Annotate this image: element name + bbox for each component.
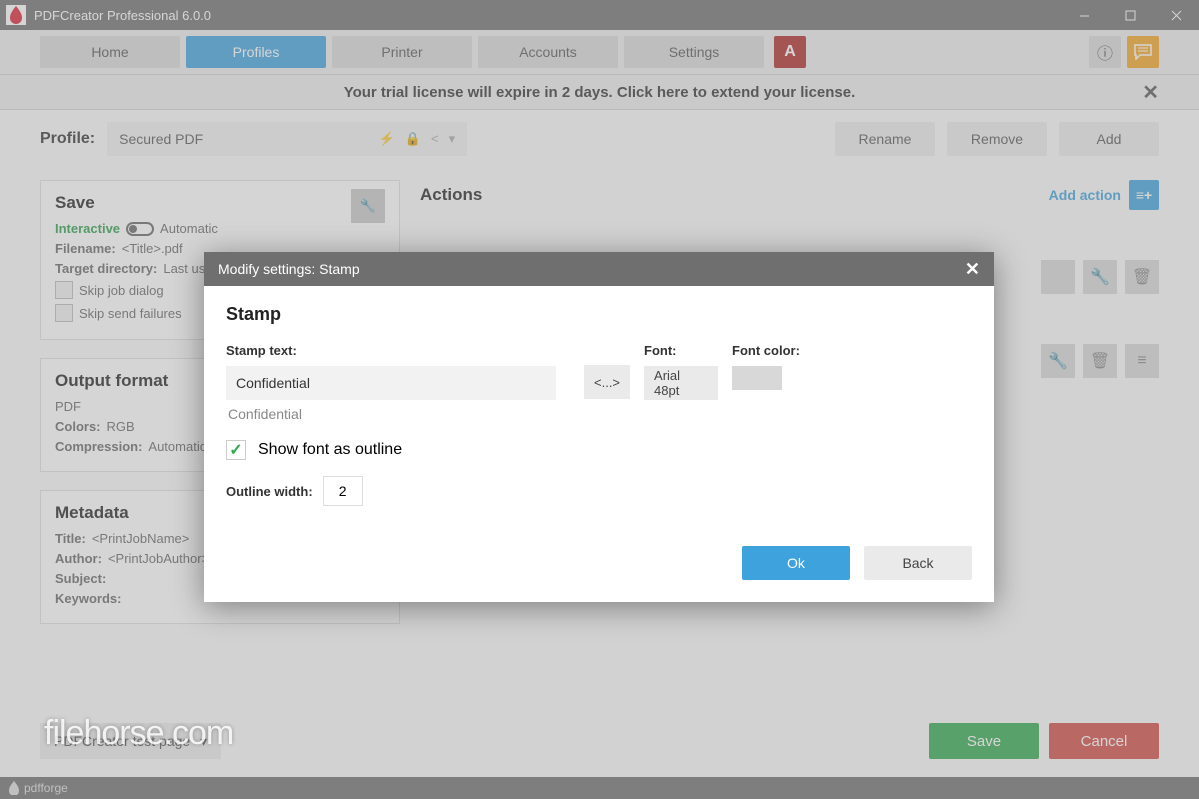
banner-close-icon[interactable]: ✕ [1142,80,1159,105]
stamp-preview: Confidential [228,406,970,422]
modal-titlebar: Modify settings: Stamp ✕ [204,252,994,286]
compression-key: Compression: [55,439,142,454]
output-format: PDF [55,399,81,414]
font-color-label: Font color: [732,343,800,358]
meta-title-value: <PrintJobName> [92,531,190,546]
profile-selected: Secured PDF [119,131,203,147]
action-delete-icon[interactable]: 🗑 [1083,344,1117,378]
action-edit-icon[interactable]: 🔧 [1083,260,1117,294]
actions-heading: Actions [420,185,482,205]
add-button[interactable]: Add [1059,122,1159,156]
filename-key: Filename: [55,241,116,256]
actions-header: Actions Add action ≡+ [420,180,1159,210]
brand-label: pdfforge [24,781,68,795]
stamp-modal: Modify settings: Stamp ✕ Stamp Stamp tex… [204,252,994,602]
save-heading: Save [55,193,385,213]
skip-job-checkbox[interactable] [55,281,73,299]
skip-send-label: Skip send failures [79,306,182,321]
outline-label: Show font as outline [258,441,402,459]
add-action-icon: ≡+ [1129,180,1159,210]
token-button[interactable]: <...> [584,365,630,399]
architect-icon[interactable]: A [774,36,806,68]
mode-toggle[interactable] [126,222,154,236]
info-icon[interactable]: ⓘ [1089,36,1121,68]
ok-button[interactable]: Ok [742,546,850,580]
bolt-icon: ⚡ [379,131,395,147]
minimize-button[interactable] [1061,0,1107,30]
colors-key: Colors: [55,419,101,434]
trial-banner[interactable]: Your trial license will expire in 2 days… [0,74,1199,110]
automatic-label: Automatic [160,221,218,236]
nav-profiles[interactable]: Profiles [186,36,326,68]
save-settings-icon[interactable]: 🔧 [351,189,385,223]
font-color-swatch[interactable] [732,366,782,390]
meta-title-key: Title: [55,531,86,546]
outline-width-input[interactable] [323,476,363,506]
compression-value: Automatic [148,439,206,454]
test-page-dropdown[interactable]: PDFCreator test page ▾ [40,723,221,759]
outline-checkbox[interactable]: ✓ [226,440,246,460]
lock-icon: 🔒 [405,131,421,147]
font-button[interactable]: Arial 48pt [644,366,718,400]
app-logo-icon [6,5,26,25]
cancel-button[interactable]: Cancel [1049,723,1159,759]
target-key: Target directory: [55,261,157,276]
close-button[interactable] [1153,0,1199,30]
action-menu-icon[interactable]: ≡ [1125,344,1159,378]
stamp-text-label: Stamp text: [226,343,570,358]
skip-send-checkbox[interactable] [55,304,73,322]
action-placeholder-icon[interactable] [1041,260,1075,294]
modal-heading: Stamp [226,304,972,325]
trial-banner-text: Your trial license will expire in 2 days… [344,84,856,101]
action-delete-icon[interactable]: 🗑 [1125,260,1159,294]
meta-author-key: Author: [55,551,102,566]
main-toolbar: Home Profiles Printer Accounts Settings … [0,30,1199,74]
colors-value: RGB [107,419,135,434]
filename-value: <Title>.pdf [122,241,183,256]
meta-author-value: <PrintJobAuthor> [108,551,209,566]
nav-accounts[interactable]: Accounts [478,36,618,68]
nav-printer[interactable]: Printer [332,36,472,68]
feedback-icon[interactable] [1127,36,1159,68]
add-action-button[interactable]: Add action ≡+ [1049,180,1159,210]
meta-keywords-key: Keywords: [55,591,121,606]
add-action-label: Add action [1049,187,1121,203]
nav-home[interactable]: Home [40,36,180,68]
profile-label: Profile: [40,130,95,148]
back-button[interactable]: Back [864,546,972,580]
bottom-bar: PDFCreator test page ▾ Save Cancel [40,723,1159,759]
nav-settings[interactable]: Settings [624,36,764,68]
test-page-label: PDFCreator test page [54,733,190,749]
meta-subject-key: Subject: [55,571,106,586]
outline-width-label: Outline width: [226,484,313,499]
profile-row: Profile: Secured PDF ⚡ 🔒 < ▾ Rename Remo… [40,122,1159,156]
remove-button[interactable]: Remove [947,122,1047,156]
skip-job-label: Skip job dialog [79,283,164,298]
interactive-label: Interactive [55,221,120,236]
share-icon: < [431,131,439,147]
status-bar: pdfforge [0,777,1199,799]
window-title: PDFCreator Professional 6.0.0 [34,8,211,23]
font-label: Font: [644,343,718,358]
chevron-down-icon: ▾ [449,131,456,147]
modal-title: Modify settings: Stamp [218,261,360,277]
rename-button[interactable]: Rename [835,122,935,156]
modal-close-icon[interactable]: ✕ [965,259,980,280]
chevron-down-icon: ▾ [200,733,207,750]
save-button[interactable]: Save [929,723,1039,759]
action-edit-icon[interactable]: 🔧 [1041,344,1075,378]
stamp-text-input[interactable] [226,366,556,400]
profile-select[interactable]: Secured PDF ⚡ 🔒 < ▾ [107,122,467,156]
maximize-button[interactable] [1107,0,1153,30]
window-titlebar: PDFCreator Professional 6.0.0 [0,0,1199,30]
